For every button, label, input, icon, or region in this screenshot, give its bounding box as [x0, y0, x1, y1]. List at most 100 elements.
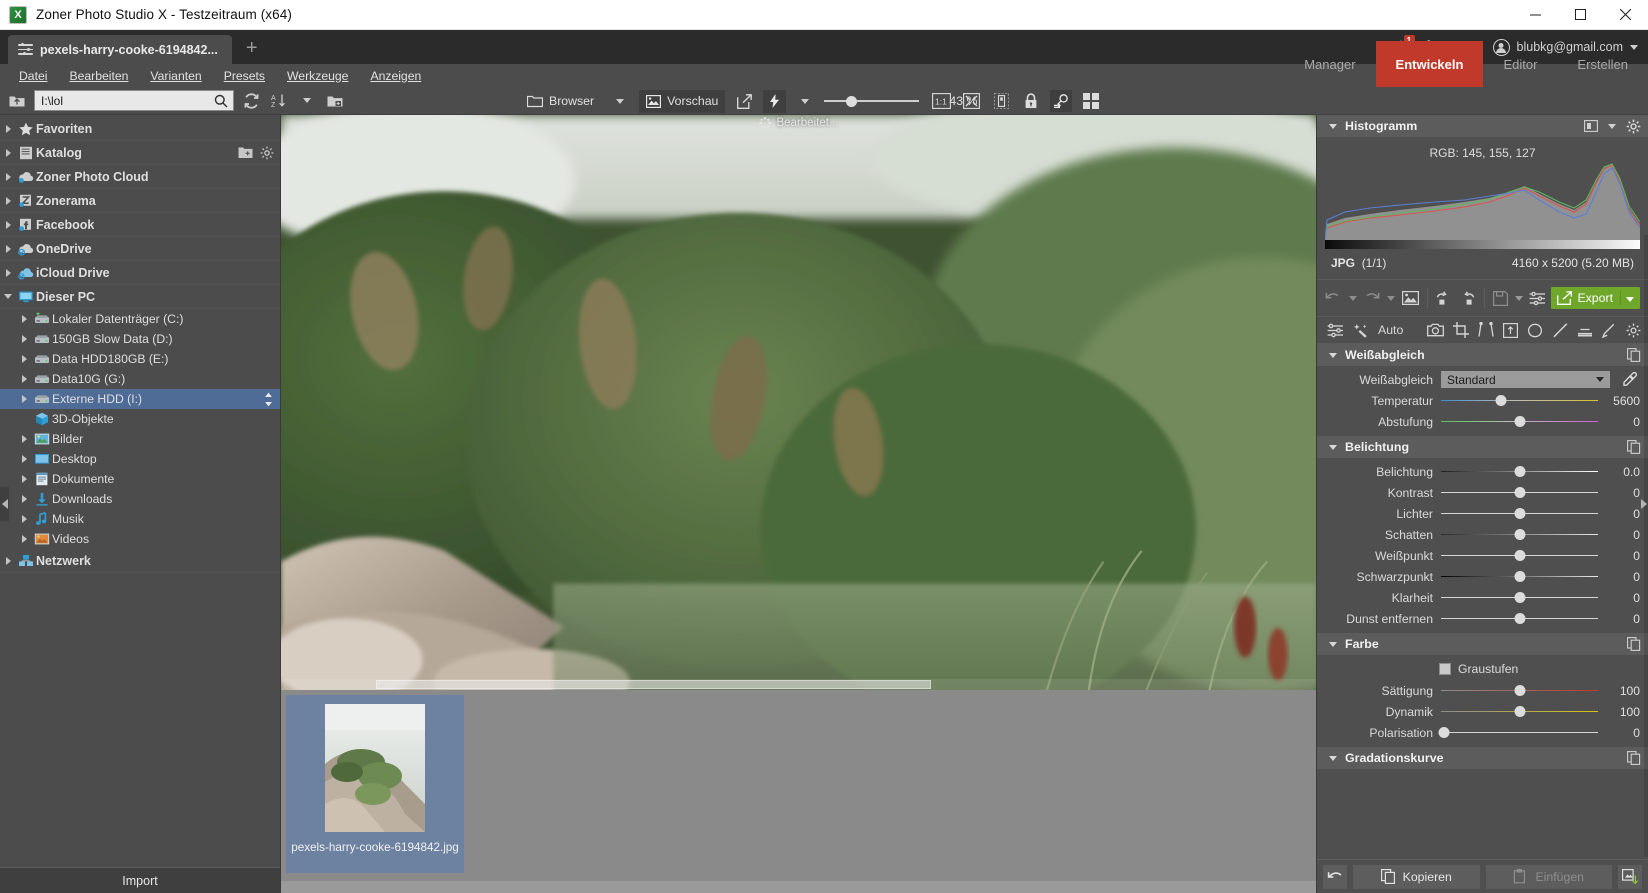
refresh-icon[interactable]: [240, 90, 262, 112]
preview-button[interactable]: Vorschau: [639, 89, 726, 113]
zoom-1to1-icon[interactable]: 1:1: [930, 90, 952, 112]
parameter-value[interactable]: 100: [1606, 684, 1640, 698]
slider-knob[interactable]: [1514, 685, 1525, 696]
clone-stamp-icon[interactable]: [1602, 321, 1617, 339]
tree-item-data10g-g[interactable]: Data10G (G:): [0, 369, 280, 389]
minimize-button[interactable]: [1513, 0, 1558, 30]
slider-knob[interactable]: [1514, 550, 1525, 561]
catalog-settings-icon[interactable]: [260, 146, 274, 160]
parameter-slider[interactable]: [1441, 394, 1598, 408]
tree-item-bilder[interactable]: Bilder: [0, 429, 280, 449]
slider-knob[interactable]: [1514, 706, 1525, 717]
tree-item-desktop[interactable]: Desktop: [0, 449, 280, 469]
sort-icon[interactable]: AZ: [268, 90, 290, 112]
chevron-down-icon[interactable]: [0, 294, 16, 299]
brush-icon[interactable]: [1552, 321, 1568, 339]
menu-bearbeiten[interactable]: Bearbeiten: [58, 64, 139, 87]
quick-edit-dropdown-icon[interactable]: [794, 90, 816, 112]
develop-settings-icon[interactable]: [1626, 321, 1641, 339]
scrollbar-thumb[interactable]: [376, 680, 931, 689]
browser-dropdown-icon[interactable]: [609, 90, 631, 112]
export-dropdown-icon[interactable]: [1620, 291, 1634, 305]
tree-item-3d-objekte[interactable]: 3D-Objekte: [0, 409, 280, 429]
parameter-slider[interactable]: [1441, 705, 1598, 719]
reset-image-icon[interactable]: [1401, 287, 1419, 309]
batch-apply-icon[interactable]: [1618, 864, 1642, 889]
tree-item-150gb-slow-data-d[interactable]: 150GB Slow Data (D:): [0, 329, 280, 349]
parameter-slider[interactable]: [1441, 486, 1598, 500]
chevron-right-icon[interactable]: [16, 515, 32, 523]
tree-item-onedrive[interactable]: OneDrive: [0, 237, 280, 261]
export-button[interactable]: Export: [1551, 287, 1640, 309]
perspective-icon[interactable]: [1503, 321, 1519, 339]
camera-profile-icon[interactable]: [1427, 321, 1445, 339]
search-icon[interactable]: [214, 94, 228, 108]
chevron-right-icon[interactable]: [0, 124, 16, 133]
chevron-right-icon[interactable]: [16, 375, 32, 383]
menu-werkzeuge[interactable]: Werkzeuge: [276, 64, 359, 87]
straighten-icon[interactable]: [1478, 321, 1494, 339]
tree-item-externe-hdd-i[interactable]: Externe HDD (I:): [0, 389, 280, 409]
section-copy-icon[interactable]: [1627, 348, 1641, 362]
tab-erstellen[interactable]: Erstellen: [1557, 41, 1648, 87]
section-header-wei-abgleich[interactable]: Weißabgleich: [1317, 344, 1648, 366]
browser-button[interactable]: Browser: [520, 90, 601, 113]
edit-settings-icon[interactable]: [1529, 287, 1546, 309]
import-button[interactable]: Import: [0, 867, 280, 893]
chevron-right-icon[interactable]: [0, 148, 16, 157]
menu-datei[interactable]: Datei: [8, 64, 58, 87]
slider-knob[interactable]: [1495, 395, 1507, 406]
document-tab[interactable]: pexels-harry-cooke-6194842...: [8, 35, 232, 64]
new-folder-icon[interactable]: [324, 90, 346, 112]
chevron-right-icon[interactable]: [0, 172, 16, 181]
chevron-right-icon[interactable]: [0, 268, 16, 277]
parameter-value[interactable]: 0: [1606, 415, 1640, 429]
filmstrip-item[interactable]: pexels-harry-cooke-6194842.jpg: [286, 695, 464, 873]
parameter-slider[interactable]: [1441, 549, 1598, 563]
zoom-slider[interactable]: [824, 94, 920, 108]
gradient-filter-icon[interactable]: [1577, 321, 1593, 339]
section-copy-icon[interactable]: [1627, 637, 1641, 651]
parameter-value[interactable]: 0: [1606, 528, 1640, 542]
compare-filmstrip-icon[interactable]: [990, 90, 1012, 112]
parameter-value[interactable]: 0: [1606, 486, 1640, 500]
collapse-left-panel-handle[interactable]: [0, 487, 9, 521]
save-dropdown-icon[interactable]: [1513, 287, 1524, 309]
slider-knob[interactable]: [1514, 416, 1525, 427]
slider-knob[interactable]: [1514, 508, 1525, 519]
parameter-slider[interactable]: [1441, 465, 1598, 479]
adjustments-icon[interactable]: [1327, 321, 1344, 339]
tree-item-zonerama[interactable]: Zonerama: [0, 189, 280, 213]
parameter-slider[interactable]: [1441, 591, 1598, 605]
tree-item-dokumente[interactable]: Dokumente: [0, 469, 280, 489]
canvas-horizontal-scrollbar[interactable]: [281, 679, 1316, 690]
chevron-right-icon[interactable]: [16, 355, 32, 363]
parameter-slider[interactable]: [1441, 684, 1598, 698]
tree-item-icloud-drive[interactable]: iCloud Drive: [0, 261, 280, 285]
tree-item-lokaler-datentr-ger-c[interactable]: Lokaler Datenträger (C:): [0, 309, 280, 329]
tree-item-favoriten[interactable]: Favoriten: [0, 117, 280, 141]
grid-view-icon[interactable]: [1080, 90, 1102, 112]
chevron-right-icon[interactable]: [16, 395, 32, 403]
chevron-right-icon[interactable]: [16, 455, 32, 463]
tree-item-katalog[interactable]: Katalog: [0, 141, 280, 165]
parameter-value[interactable]: 0: [1606, 591, 1640, 605]
parameter-slider[interactable]: [1438, 726, 1598, 740]
parameter-slider[interactable]: [1441, 415, 1598, 429]
white-balance-select[interactable]: Standard: [1441, 371, 1610, 388]
chevron-right-icon[interactable]: [0, 556, 16, 565]
tab-manager[interactable]: Manager: [1284, 41, 1375, 87]
parameter-slider[interactable]: [1441, 528, 1598, 542]
open-external-icon[interactable]: [733, 90, 755, 112]
sort-dropdown-icon[interactable]: [296, 90, 318, 112]
slider-knob[interactable]: [1514, 529, 1525, 540]
parameter-value[interactable]: 0.0: [1606, 465, 1640, 479]
section-header-belichtung[interactable]: Belichtung: [1317, 436, 1648, 458]
chevron-right-icon[interactable]: [16, 475, 32, 483]
slider-knob[interactable]: [1438, 727, 1450, 738]
tree-item-musik[interactable]: Musik: [0, 509, 280, 529]
parameter-slider[interactable]: [1441, 507, 1598, 521]
auto-label[interactable]: Auto: [1378, 323, 1403, 337]
tree-item-zoner-photo-cloud[interactable]: Zoner Photo Cloud: [0, 165, 280, 189]
undo-icon[interactable]: [1325, 287, 1342, 309]
